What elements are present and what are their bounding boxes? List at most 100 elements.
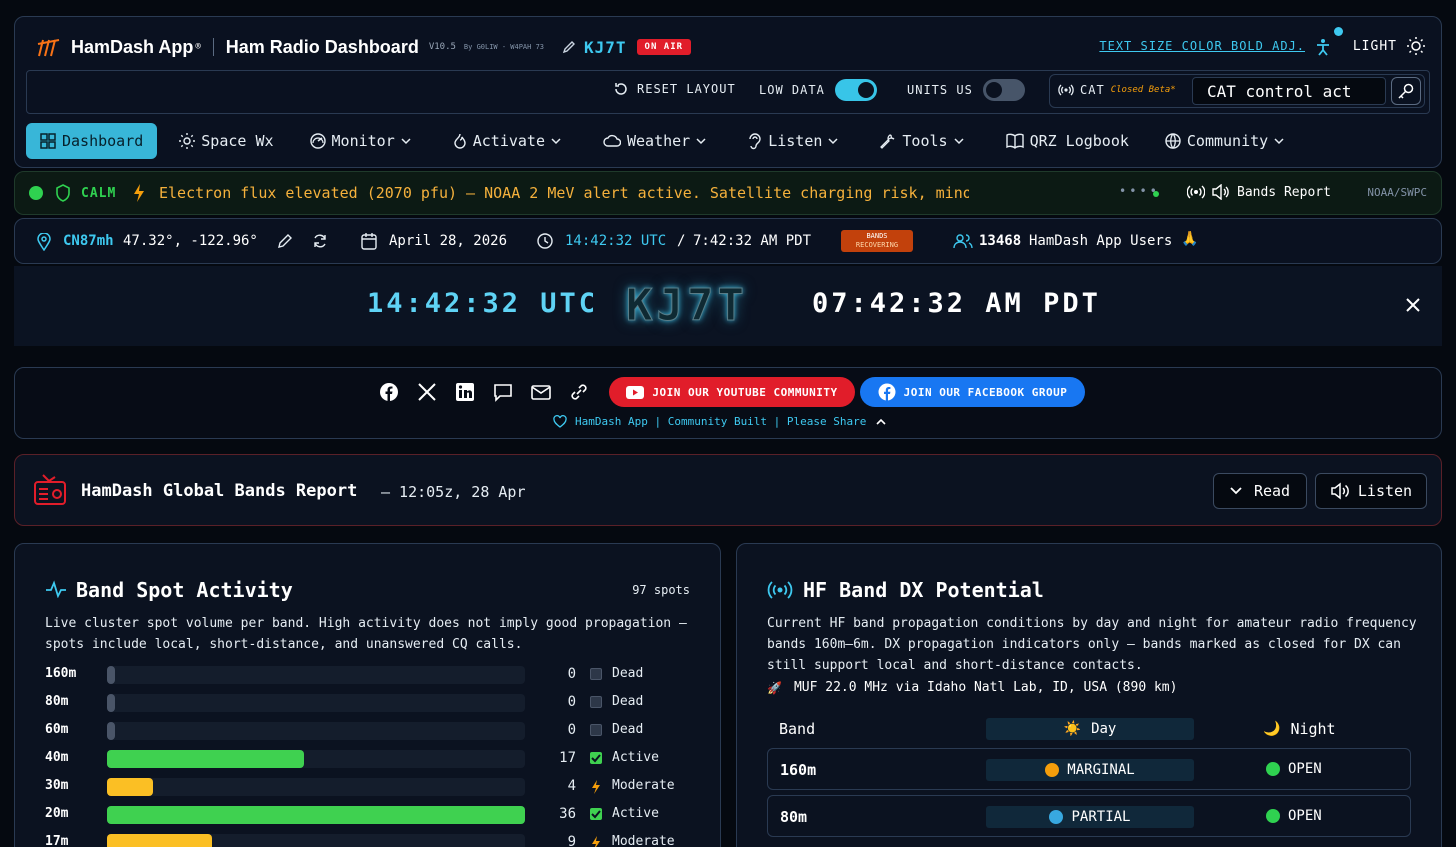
- book-icon: [1005, 133, 1030, 149]
- refresh-icon[interactable]: [312, 233, 328, 249]
- status-dot: [1266, 809, 1280, 823]
- nav-monitor[interactable]: Monitor: [296, 123, 431, 159]
- flame-icon: [453, 133, 473, 149]
- dx-description-1: Current HF band propagation conditions b…: [767, 616, 1417, 631]
- bar-track: [107, 694, 525, 712]
- units-toggle[interactable]: UNITS US: [907, 79, 1025, 101]
- key-button[interactable]: [1391, 77, 1421, 105]
- time-separator: /: [677, 233, 686, 249]
- accessibility-link[interactable]: TEXT SIZE COLOR BOLD ADJ.: [1099, 39, 1305, 53]
- band-count: 17: [559, 750, 576, 766]
- nav-weather[interactable]: Weather: [589, 123, 726, 159]
- status-dot: [1266, 762, 1280, 776]
- band-state-label: Dead: [612, 666, 644, 681]
- bands-report-panel: HamDash Global Bands Report — 12:05z, 28…: [14, 454, 1442, 526]
- dx-description-3: still support local and short-distance c…: [767, 658, 1143, 673]
- users-count: 13468: [979, 233, 1022, 249]
- band-name: 40m: [45, 750, 69, 765]
- nav-tools[interactable]: Tools: [866, 123, 983, 159]
- calendar-icon: [361, 232, 377, 250]
- bar-fill: [107, 694, 115, 712]
- night-status-label: OPEN: [1288, 761, 1322, 777]
- spots-count: 97 spots: [632, 583, 690, 597]
- spot-row: 40m 17 Active: [45, 748, 685, 768]
- sun-icon: [1407, 37, 1425, 55]
- link-icon[interactable]: [569, 382, 589, 402]
- hf-band-dx-card: HF Band DX Potential Current HF band pro…: [736, 543, 1442, 847]
- band-state-label: Active: [612, 806, 659, 821]
- linkedin-icon[interactable]: [455, 382, 475, 402]
- reset-layout-label: RESET LAYOUT: [637, 82, 736, 96]
- nav-label: QRZ Logbook: [1029, 132, 1129, 150]
- facebook-group-button[interactable]: JOIN OUR FACEBOOK GROUP: [860, 377, 1085, 407]
- chevron-up-icon[interactable]: [876, 418, 886, 426]
- close-icon[interactable]: [1406, 298, 1420, 312]
- big-local-time: 07:42:32 AM PDT: [812, 288, 1101, 319]
- band-state: Dead: [590, 666, 643, 681]
- pencil-icon[interactable]: [562, 40, 576, 54]
- report-stamp: — 12:05z, 28 Apr: [381, 483, 526, 501]
- theme-toggle[interactable]: LIGHT: [1353, 37, 1425, 55]
- band-state-label: Active: [612, 750, 659, 765]
- reset-layout-button[interactable]: RESET LAYOUT: [613, 81, 736, 97]
- x-icon[interactable]: [417, 382, 437, 402]
- low-data-switch[interactable]: [834, 79, 877, 101]
- bar-track: [107, 806, 525, 824]
- version: V10.5: [428, 42, 456, 52]
- mail-icon[interactable]: [531, 382, 551, 402]
- nav-dashboard[interactable]: Dashboard: [26, 123, 158, 159]
- youtube-button[interactable]: JOIN OUR YOUTUBE COMMUNITY: [609, 377, 855, 407]
- edit-location-icon[interactable]: [277, 233, 293, 249]
- night-status: OPEN: [1266, 808, 1322, 824]
- ticker-active-dot: [1153, 191, 1159, 197]
- cat-input[interactable]: [1192, 77, 1386, 105]
- nav-label: Activate: [472, 132, 545, 150]
- band-name: 17m: [45, 834, 69, 847]
- listen-button[interactable]: Listen: [1315, 473, 1427, 509]
- nav-space-wx[interactable]: Space Wx: [165, 123, 287, 159]
- bands-report-link[interactable]: Bands Report: [1187, 184, 1331, 200]
- nav-label: Space Wx: [201, 132, 274, 150]
- spots-description-1: Live cluster spot volume per band. High …: [45, 616, 687, 631]
- band-name: 80m: [45, 694, 69, 709]
- local-time: 7:42:32 AM PDT: [693, 233, 812, 249]
- globe-icon: [1165, 133, 1187, 149]
- message-icon[interactable]: [493, 382, 513, 402]
- spot-row: 17m 9 Moderate: [45, 832, 685, 847]
- band-state: Moderate: [590, 778, 675, 794]
- brand: HamDash App ® Ham Radio Dashboard V10.5 …: [37, 35, 692, 59]
- band-state-label: Dead: [612, 694, 644, 709]
- nav-activate[interactable]: Activate: [439, 123, 581, 159]
- badge-line-2: RECOVERING: [855, 241, 899, 249]
- check-icon: [590, 807, 602, 820]
- band-name: 30m: [45, 778, 69, 793]
- bar-track: [107, 666, 525, 684]
- spot-row: 60m 0 Dead: [45, 720, 685, 740]
- facebook-icon[interactable]: [379, 382, 399, 402]
- status-level: CALM: [81, 186, 117, 201]
- antenna-logo-icon: [37, 36, 61, 58]
- sun-icon: [179, 133, 201, 149]
- coordinates: 47.32°, -122.96°: [123, 233, 258, 249]
- dx-row: 80m PARTIAL OPEN: [767, 795, 1411, 837]
- low-data-toggle[interactable]: LOW DATA: [759, 79, 877, 101]
- broadcast-icon: [1058, 83, 1074, 97]
- night-status-label: OPEN: [1288, 808, 1322, 824]
- nav-listen[interactable]: Listen: [734, 123, 858, 159]
- dx-band: 80m: [780, 808, 808, 826]
- band-name: 20m: [45, 806, 69, 821]
- nav-qrz-logbook[interactable]: QRZ Logbook: [992, 123, 1143, 159]
- big-callsign: KJ7T: [626, 280, 748, 332]
- spots-description-2: spots include local, short-distance, and…: [45, 637, 523, 652]
- day-status-label: PARTIAL: [1071, 809, 1131, 825]
- band-count: 0: [567, 722, 576, 738]
- nav-community[interactable]: Community: [1151, 123, 1304, 159]
- grid-icon: [40, 133, 62, 149]
- notification-dot: [1334, 27, 1343, 36]
- callsign[interactable]: KJ7T: [584, 38, 627, 57]
- col-night-header: 🌙 Night: [1263, 720, 1336, 738]
- units-switch[interactable]: [982, 79, 1025, 101]
- accessibility-icon[interactable]: [1313, 37, 1333, 57]
- social-footer-text: HamDash App | Community Built | Please S…: [575, 415, 867, 428]
- read-button[interactable]: Read: [1213, 473, 1307, 509]
